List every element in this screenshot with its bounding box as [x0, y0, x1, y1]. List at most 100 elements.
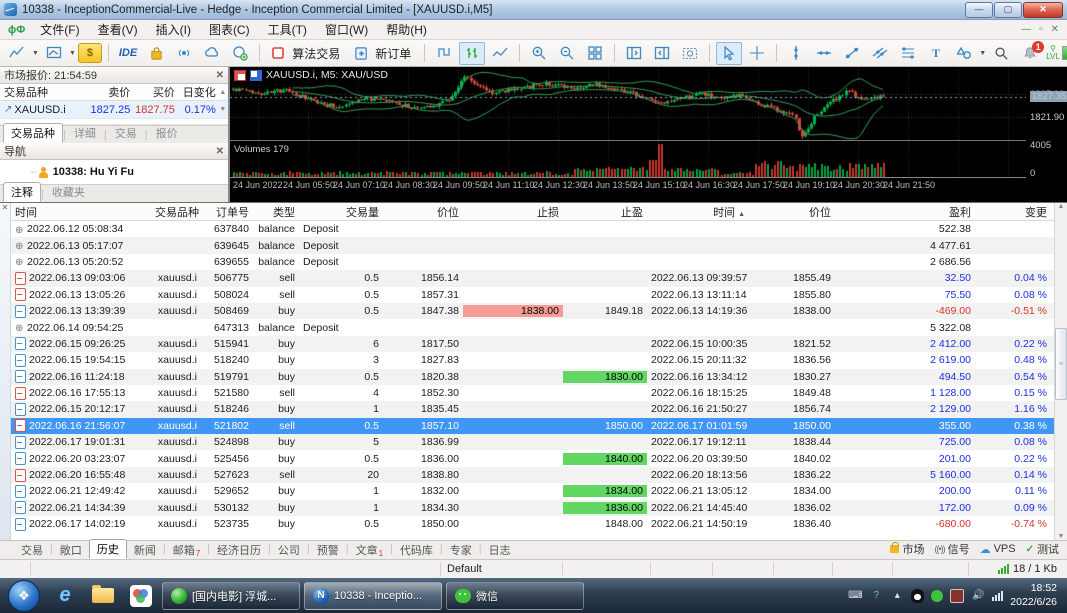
history-col-2[interactable]: 订单号	[201, 204, 253, 220]
scroll-down-icon[interactable]: ▼	[218, 106, 228, 113]
history-col-3[interactable]: 类型	[253, 204, 299, 220]
line-chart-icon[interactable]	[487, 42, 513, 65]
toolbox-tab-2[interactable]: 历史	[88, 539, 127, 559]
history-row-523735[interactable]: 2022.06.17 14:02:19 xauusd.i 523735 buy 0.5 1…	[11, 516, 1054, 532]
history-row-524898[interactable]: 2022.06.17 19:01:31 xauusd.i 524898 buy 5 183…	[11, 434, 1054, 451]
navigator-tab-1[interactable]: 收藏夹	[44, 182, 93, 202]
history-row-525456[interactable]: 2022.06.20 03:23:07 xauusd.i 525456 buy 0.5 1…	[11, 450, 1054, 466]
volume-tray-icon[interactable]: 🔊	[971, 589, 985, 603]
history-row-639655[interactable]: 2022.06.13 05:20:52639655balanceDeposit2…	[11, 254, 1054, 270]
history-col-10[interactable]: 盈利	[835, 204, 975, 220]
col-ask[interactable]: 买价	[130, 84, 175, 100]
price-axis[interactable]: 1827.901821.901827.3540050	[1026, 67, 1067, 179]
toolbox-tab-9[interactable]: 代码库	[393, 541, 440, 559]
toolbox-tab-5[interactable]: 经济日历	[210, 541, 268, 559]
mdi-window-controls[interactable]: — ▫ ✕	[1021, 24, 1067, 35]
file-explorer-icon[interactable]	[86, 582, 120, 610]
app-tray-icon[interactable]	[950, 588, 965, 603]
deposit-icon[interactable]: $	[77, 43, 102, 63]
bar-chart-icon[interactable]	[459, 41, 486, 65]
indicator-window-icon[interactable]	[621, 42, 647, 65]
cloud-icon[interactable]	[199, 42, 225, 65]
account-item[interactable]: 10338: Hu Yi Fu	[53, 166, 134, 178]
toolbox-tab-3[interactable]: 新闻	[127, 541, 163, 559]
zoom-in-icon[interactable]	[526, 42, 552, 65]
maximize-button[interactable]: ▢	[994, 1, 1022, 18]
cursor-icon[interactable]	[716, 41, 743, 65]
history-scrollbar[interactable]: ▲ ≡ ▼	[1054, 203, 1067, 540]
menu-v[interactable]: 查看(V)	[89, 22, 147, 38]
netdisk-app-icon[interactable]	[124, 582, 158, 610]
taskbar-button-1[interactable]: 10338 - Inceptio...	[304, 581, 442, 610]
market-watch-tab-3[interactable]: 报价	[148, 123, 186, 143]
shapes-icon[interactable]	[951, 42, 977, 65]
history-header-row[interactable]: 时间 交易品种 订单号 类型 交易量 价位 止损 止盈 时间 ▲ 价位 盈利 变更	[11, 203, 1054, 221]
channel-icon[interactable]	[867, 42, 893, 65]
tray-clock[interactable]: 18:52 2022/6/26	[1010, 582, 1057, 608]
col-change[interactable]: 日变化	[175, 84, 218, 100]
menu-i[interactable]: 插入(I)	[147, 22, 200, 38]
one-click-trading-icon[interactable]	[250, 69, 262, 81]
help-tray-icon[interactable]: ?	[869, 589, 883, 603]
toolbox-tab-10[interactable]: 专家	[443, 541, 479, 559]
history-col-8[interactable]: 时间 ▲	[647, 204, 749, 220]
tile-windows-icon[interactable]	[582, 42, 608, 65]
navigator-tab-0[interactable]: 注释	[3, 182, 41, 202]
community-icon[interactable]	[227, 42, 253, 65]
col-symbol[interactable]: 交易品种	[0, 84, 86, 100]
history-row-639645[interactable]: 2022.06.13 05:17:07639645balanceDeposit4…	[11, 237, 1054, 254]
time-axis[interactable]: 24 Jun 2022 24 Jun 05:50 24 Jun 07:10 24 Ju…	[230, 179, 1067, 193]
history-row-527623[interactable]: 2022.06.20 16:55:48 xauusd.i 527623 sell 20 1…	[11, 466, 1054, 484]
taskbar-button-2[interactable]: 微信	[446, 581, 584, 610]
history-row-647313[interactable]: 2022.06.14 09:54:25647313balanceDeposit5…	[11, 319, 1054, 335]
scrollbar-thumb[interactable]: ≡	[1055, 328, 1067, 400]
market-watch-tab-0[interactable]: 交易品种	[3, 123, 63, 143]
history-col-4[interactable]: 交易量	[299, 204, 383, 220]
indicator-window2-icon[interactable]	[649, 42, 675, 65]
bottom-link-1[interactable]: ((•)) 信号	[934, 541, 969, 557]
history-row-637840[interactable]: 2022.06.12 05:08:34637840balanceDeposit5…	[11, 221, 1054, 237]
history-row-515941[interactable]: 2022.06.15 09:26:25 xauusd.i 515941 buy 6 181…	[11, 335, 1054, 353]
toolbox-close-icon[interactable]: ✕	[2, 203, 9, 212]
profiles-icon[interactable]	[41, 42, 67, 65]
history-col-1[interactable]: 交易品种	[151, 204, 201, 220]
history-row-521580[interactable]: 2022.06.16 17:55:13 xauusd.i 521580 sell 4 18…	[11, 385, 1054, 401]
network-tray-icon[interactable]	[992, 590, 1004, 601]
screenshot-camera-icon[interactable]	[677, 42, 703, 65]
horizontal-line-icon[interactable]	[811, 42, 837, 65]
history-row-508024[interactable]: 2022.06.13 13:05:26 xauusd.i 508024 sell 0.5…	[11, 287, 1054, 303]
ide-button[interactable]: IDE	[115, 47, 141, 59]
taskbar-button-0[interactable]: [国内电影] 浮城...	[162, 581, 300, 610]
history-col-9[interactable]: 价位	[749, 204, 835, 220]
toolbox-tab-8[interactable]: 文章 1	[349, 541, 390, 559]
signals-icon[interactable]	[171, 42, 197, 65]
qq-tray-icon[interactable]	[911, 588, 925, 603]
history-row-529652[interactable]: 2022.06.21 12:49:42 xauusd.i 529652 buy 1 183…	[11, 483, 1054, 499]
start-button[interactable]: ❖	[8, 579, 40, 612]
keyboard-tray-icon[interactable]: ⌨	[848, 589, 862, 603]
market-watch-row-xauusd[interactable]: ↗ XAUUSD.i 1827.25 1827.75 0.17% ▼	[0, 101, 228, 119]
search-icon[interactable]	[988, 42, 1014, 65]
history-row-521802[interactable]: 2022.06.16 21:56:07 xauusd.i 521802 sell 0.5…	[11, 417, 1054, 435]
navigator-close-icon[interactable]: ✕	[216, 146, 224, 157]
chart-style-icon[interactable]	[4, 42, 30, 65]
chart-area[interactable]: XAUUSD.i, M5: XAU/USD Volumes 179 1827.9…	[230, 67, 1067, 202]
fibonacci-icon[interactable]	[895, 42, 921, 65]
toolbox-tab-11[interactable]: 日志	[482, 541, 518, 559]
volume-chart-canvas[interactable]	[230, 142, 1027, 178]
vertical-line-icon[interactable]	[783, 42, 809, 65]
menu-c[interactable]: 图表(C)	[200, 22, 259, 38]
scrollbar-down-icon[interactable]: ▼	[1058, 533, 1065, 540]
algo-trading-button[interactable]: 算法交易	[266, 41, 347, 66]
show-hidden-icons[interactable]: ▴	[890, 589, 904, 603]
history-col-7[interactable]: 止盈	[563, 204, 647, 220]
toolbox-tab-6[interactable]: 公司	[271, 541, 307, 559]
history-col-11[interactable]: 变更	[975, 204, 1051, 220]
toolbox-tab-4[interactable]: 邮箱 7	[166, 541, 207, 559]
tick-chart-icon[interactable]	[431, 42, 457, 65]
history-col-6[interactable]: 止损	[463, 204, 563, 220]
menu-f[interactable]: 文件(F)	[31, 22, 88, 38]
toolbox-tab-0[interactable]: 交易	[14, 541, 50, 559]
text-tool-icon[interactable]: T	[923, 42, 949, 65]
menu-t[interactable]: 工具(T)	[259, 22, 316, 38]
